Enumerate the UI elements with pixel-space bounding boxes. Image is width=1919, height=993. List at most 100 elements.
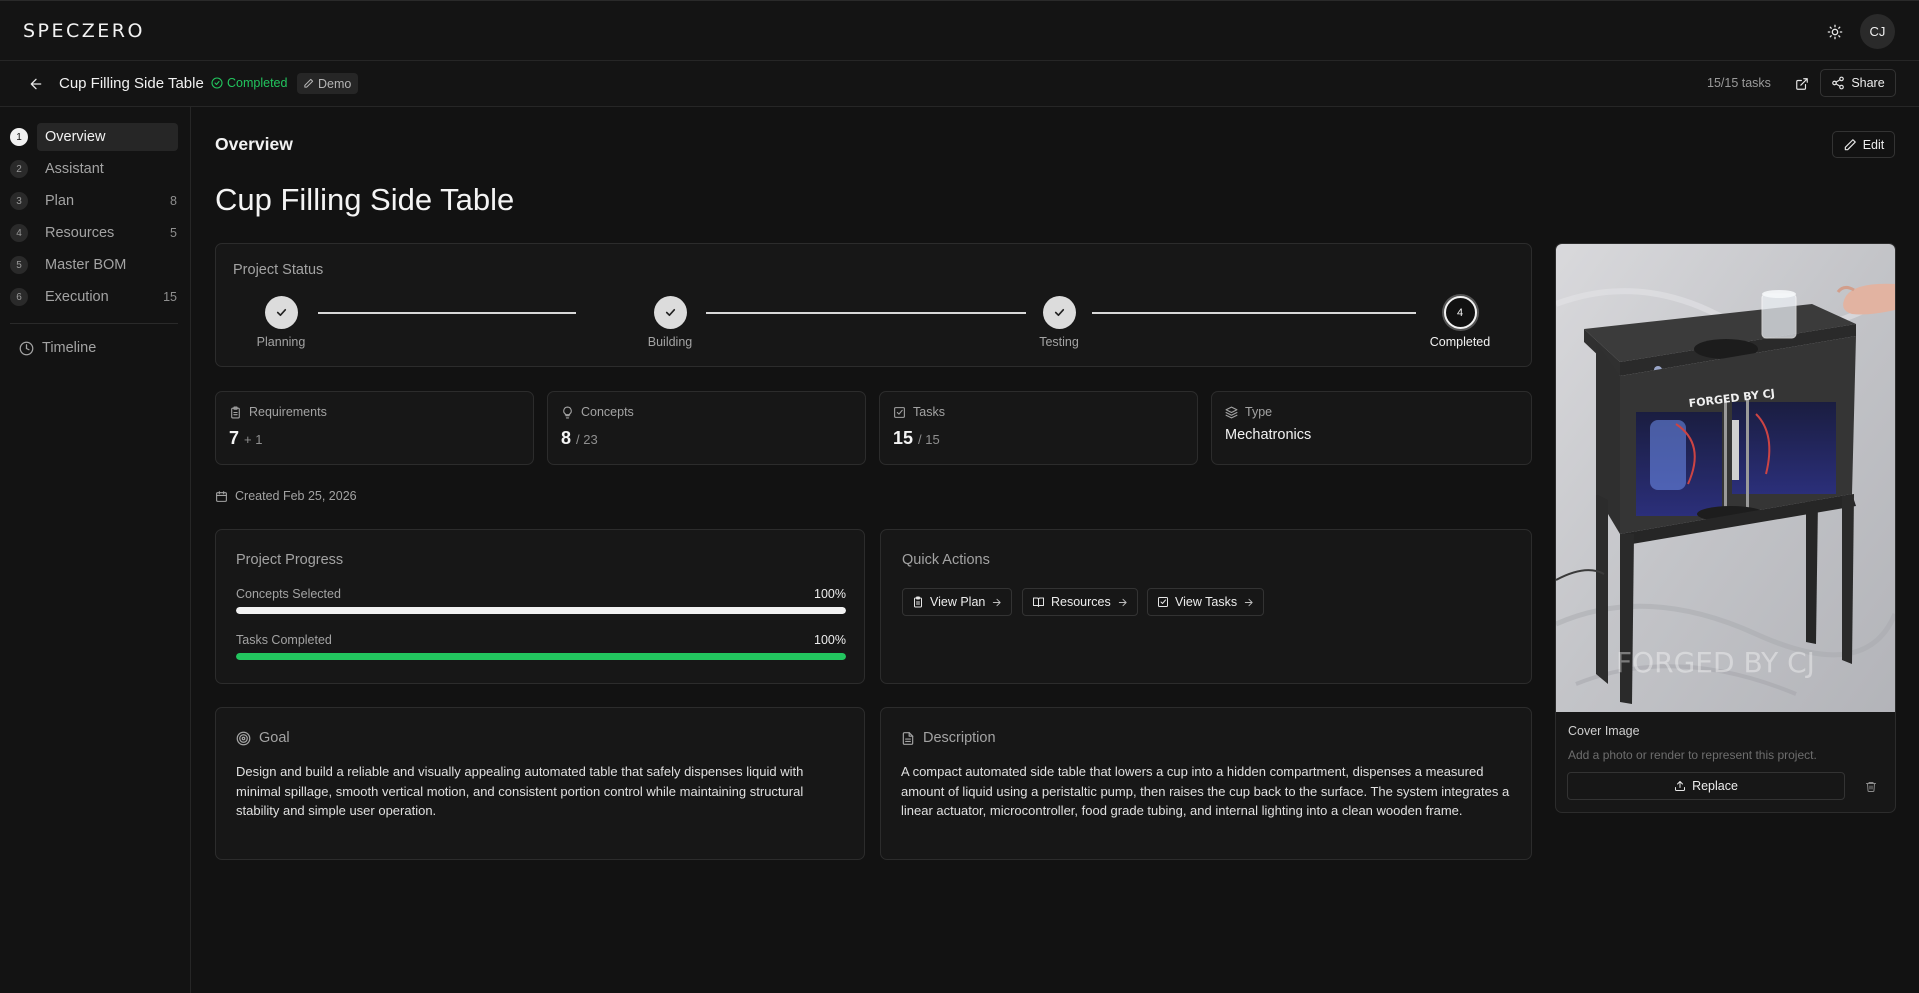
step-label: Completed (1429, 335, 1491, 349)
step-connector (318, 312, 576, 314)
layers-icon (1225, 406, 1238, 419)
step-testing: Testing (1009, 296, 1109, 349)
sidebar-item-assistant[interactable]: 2 Assistant (10, 155, 178, 183)
stat-label: Type (1245, 405, 1273, 419)
sidebar-item-label: Resources (45, 225, 115, 241)
page-title: Cup Filling Side Table (215, 182, 515, 217)
progress-row-pct: 100% (814, 633, 846, 647)
stat-sub: / 15 (918, 432, 940, 447)
book-icon (1032, 596, 1045, 608)
goal-card: Goal Design and build a reliable and vis… (215, 707, 865, 860)
trash-icon[interactable] (1862, 777, 1880, 795)
checkbox-icon (1157, 596, 1169, 608)
check-circle-icon (211, 77, 223, 89)
project-name: Cup Filling Side Table (59, 75, 204, 92)
app-logo[interactable]: SPECZERO (23, 20, 145, 42)
quick-actions-card: Quick Actions View Plan Resources View T (880, 529, 1532, 684)
requirements-card[interactable]: Requirements 7 + 1 (215, 391, 534, 465)
arrow-right-icon (1243, 597, 1254, 608)
step-building: Building (620, 296, 720, 349)
quick-actions-label: Quick Actions (902, 552, 990, 568)
view-plan-button[interactable]: View Plan (902, 588, 1013, 616)
avatar[interactable]: CJ (1860, 14, 1895, 49)
button-label: Resources (1051, 595, 1111, 609)
sidebar-item-label: Execution (45, 289, 109, 305)
cover-image-hint: Add a photo or render to represent this … (1568, 748, 1817, 762)
clock-icon (19, 341, 34, 356)
progress-track (236, 653, 846, 660)
step-planning: Planning (231, 296, 331, 349)
button-label: View Tasks (1175, 595, 1238, 609)
step-number: 4 (1443, 296, 1477, 329)
edit-button[interactable]: Edit (1832, 131, 1895, 158)
tasks-count: 15/15 tasks (1707, 76, 1771, 90)
sidebar-item-execution[interactable]: 6 Execution 15 (10, 283, 178, 311)
stat-value: 7 + 1 (229, 428, 262, 449)
cover-image-card: FORGED BY CJ FORGED BY CJ Cover Image Ad… (1555, 243, 1896, 813)
sidebar-divider (10, 323, 178, 324)
progress-row-label: Concepts Selected (236, 587, 341, 601)
replace-button[interactable]: Replace (1567, 772, 1845, 800)
check-icon (264, 296, 298, 329)
stat-sub: / 23 (576, 432, 598, 447)
tasks-card[interactable]: Tasks 15 / 15 (879, 391, 1198, 465)
goal-header: Goal (236, 730, 290, 746)
step-number: 4 (10, 224, 28, 242)
cover-watermark-large: FORGED BY CJ (1616, 646, 1815, 679)
sidebar-item-count: 5 (170, 226, 177, 240)
resources-button[interactable]: Resources (1022, 588, 1138, 616)
sun-icon[interactable] (1824, 21, 1846, 43)
stat-header: Type (1225, 405, 1272, 419)
edit-label: Edit (1862, 137, 1885, 152)
clipboard-icon (912, 596, 924, 608)
stat-label: Requirements (249, 405, 327, 419)
external-link-icon[interactable] (1792, 74, 1812, 94)
progress-fill (236, 607, 846, 614)
progress-row-tasks: Tasks Completed 100% (236, 633, 846, 660)
progress-row-concepts: Concepts Selected 100% (236, 587, 846, 614)
created-date: Created Feb 25, 2026 (215, 489, 357, 503)
clipboard-icon (229, 406, 242, 419)
type-card: Type Mechatronics (1211, 391, 1532, 465)
share-button[interactable]: Share (1820, 69, 1896, 97)
checkbox-icon (893, 406, 906, 419)
sidebar-item-master-bom[interactable]: 5 Master BOM (10, 251, 178, 279)
step-number: 5 (10, 256, 28, 274)
step-number: 2 (10, 160, 28, 178)
demo-badge: Demo (297, 73, 359, 94)
progress-track (236, 607, 846, 614)
lightbulb-icon (561, 406, 574, 419)
progress-fill (236, 653, 846, 660)
step-connector (706, 312, 1026, 314)
arrow-left-icon[interactable] (26, 74, 46, 94)
stat-number: 8 (561, 428, 572, 448)
sidebar-item-label-wrap: Assistant (37, 155, 178, 183)
pencil-icon (303, 78, 314, 89)
sidebar-item-label-wrap: Execution 15 (37, 283, 178, 311)
sidebar-item-timeline[interactable]: Timeline (19, 340, 96, 356)
project-status-card: Project Status Planning Building Testing… (215, 243, 1532, 367)
sidebar-item-label-wrap: Plan 8 (37, 187, 178, 215)
sidebar-item-label-wrap: Master BOM (37, 251, 178, 279)
sidebar-item-plan[interactable]: 3 Plan 8 (10, 187, 178, 215)
share-label: Share (1851, 76, 1885, 90)
description-header: Description (901, 730, 996, 746)
stat-value: 8 / 23 (561, 428, 598, 449)
file-text-icon (901, 731, 915, 746)
view-tasks-button[interactable]: View Tasks (1147, 588, 1265, 616)
sidebar: 1 Overview 2 Assistant 3 Plan 8 4 Resour… (0, 107, 191, 993)
status-text: Completed (227, 76, 288, 90)
top-bar: SPECZERO CJ (0, 0, 1919, 61)
stat-number: 15 (893, 428, 914, 448)
goal-text: Design and build a reliable and visually… (236, 764, 804, 818)
arrow-right-icon (1117, 597, 1128, 608)
progress-label: Project Progress (236, 552, 344, 568)
concepts-card[interactable]: Concepts 8 / 23 (547, 391, 866, 465)
check-icon (1042, 296, 1076, 329)
sidebar-item-label-wrap: Overview (37, 123, 178, 151)
sidebar-item-resources[interactable]: 4 Resources 5 (10, 219, 178, 247)
cover-image[interactable]: FORGED BY CJ FORGED BY CJ (1556, 244, 1895, 712)
sidebar-item-overview[interactable]: 1 Overview (10, 123, 178, 151)
arrow-right-icon (991, 597, 1002, 608)
stat-header: Concepts (561, 405, 634, 419)
